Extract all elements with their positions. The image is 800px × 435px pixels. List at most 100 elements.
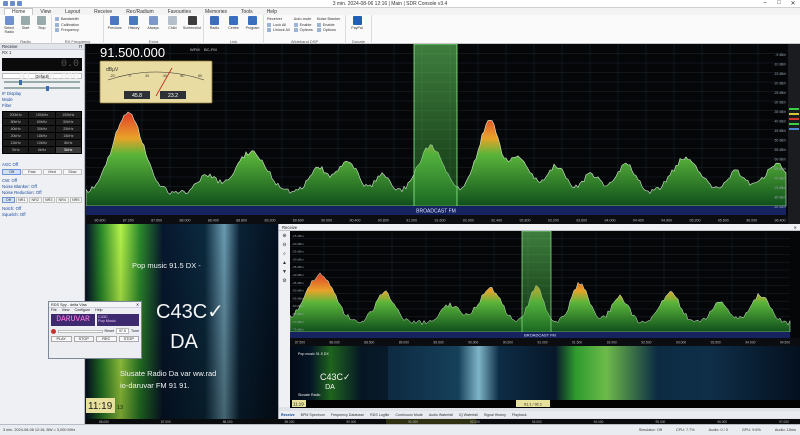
close-icon[interactable]: ✕ [136, 302, 139, 307]
arrow-up-icon[interactable]: ▲ [281, 260, 288, 267]
rds-rec-button[interactable]: REC [96, 336, 117, 342]
rds-stop-button[interactable]: STOP [73, 336, 94, 342]
bandwidth-option[interactable]: 150kHz [29, 112, 55, 118]
bandwidth-option[interactable]: 12kHz [3, 140, 29, 146]
slider-thumb[interactable] [19, 79, 23, 85]
agc-off-button[interactable]: Off [2, 169, 22, 175]
quick-access-toolbar[interactable] [0, 1, 22, 6]
rds-menu-help[interactable]: Help [95, 308, 102, 313]
nr3-button[interactable]: NR3 [42, 197, 55, 203]
zoom-in-icon[interactable]: ⊕ [281, 233, 288, 240]
subwindow-tab[interactable]: BPM Spectrum [301, 413, 325, 417]
menu-tab-view[interactable]: View [33, 9, 58, 15]
bandwidth-option[interactable]: 10kHz [29, 140, 55, 146]
close-icon[interactable]: ✕ [786, 0, 800, 7]
bandwidth-option[interactable]: 25kHz [55, 126, 81, 132]
start-button[interactable]: Start [19, 16, 31, 30]
noise-blanker-options[interactable]: Options [316, 28, 341, 33]
main-spectrum[interactable]: BROADCAST FM 86.800 87.200 87.600 88.000 88.… [86, 44, 800, 224]
minimize-icon[interactable]: – [758, 0, 772, 7]
bandwidth-option[interactable]: 7kHz [3, 147, 29, 153]
save-icon[interactable] [10, 1, 15, 6]
subwindow-tab[interactable]: Signal History [484, 413, 506, 417]
bandwidth-option[interactable]: 100kHz [55, 112, 81, 118]
search-icon[interactable]: ⌕ [281, 251, 288, 258]
vfo-frequency-display[interactable]: 0.0 91.500.000 [2, 58, 82, 83]
menu-tab-help[interactable]: Help [260, 9, 284, 15]
rds-frequency-field[interactable]: 97.5 [115, 328, 129, 334]
menu-tab-rec-radium[interactable]: Rec/Radium [119, 9, 161, 15]
filter-section[interactable]: Filter [0, 103, 84, 109]
settings-icon[interactable]: ⚙ [281, 278, 288, 285]
noise-blanker-enable[interactable]: Enable [316, 22, 341, 28]
close-icon[interactable]: ✕ [793, 224, 797, 230]
bandwidth-option[interactable]: 20kHz [3, 133, 29, 139]
child-windows-button[interactable]: Child [165, 16, 180, 30]
nr5-button[interactable]: NR5 [69, 197, 82, 203]
nr1-button[interactable]: NR1 [15, 197, 28, 203]
main-frequency-readout[interactable]: 91.500.000 [100, 45, 165, 60]
agc-section[interactable]: AGC Off [0, 162, 84, 168]
menu-tab-home[interactable]: Home [4, 8, 34, 15]
lock-all-button[interactable]: Lock All [267, 22, 290, 28]
tuned-channel-highlight[interactable] [413, 44, 458, 215]
sub-spectrum[interactable]: BROADCAST FM 87.500 88.000 88.500 89.000 89.… [290, 231, 800, 346]
arrow-down-icon[interactable]: ▼ [281, 269, 288, 276]
agc-med-button[interactable]: Med [42, 169, 62, 175]
previous-button[interactable]: Previous [107, 16, 122, 30]
auto-mute-options[interactable]: Options [293, 28, 313, 33]
squelch-section[interactable]: Squelch: Off [0, 212, 84, 218]
rds-rec-stop-button[interactable]: STOP [118, 336, 139, 342]
bandwidth-button[interactable]: Bandwidth [55, 17, 79, 22]
rds-play-button[interactable]: PLAY [51, 336, 72, 342]
stop-button[interactable]: Stop [36, 16, 48, 30]
squelch-slider[interactable] [4, 85, 80, 91]
menu-tab-layout[interactable]: Layout [58, 9, 87, 15]
screenshot-button[interactable]: Screenshot [183, 16, 201, 30]
tune-button[interactable]: Tune [131, 329, 139, 333]
select-radio-button[interactable]: Select Radio [3, 16, 15, 34]
nr4-button[interactable]: NR4 [56, 197, 69, 203]
subwindow-tab[interactable]: IQ Waterfall [459, 413, 478, 417]
bandwidth-option[interactable]: 5kHz [55, 147, 81, 153]
bandwidth-option[interactable]: 80kHz [3, 119, 29, 125]
subwindow-tab[interactable]: RDS Logfile [370, 413, 389, 417]
agc-slow-button[interactable]: Slow [62, 169, 82, 175]
maximize-icon[interactable]: □ [772, 0, 786, 7]
bandwidth-option[interactable]: 50kHz [55, 119, 81, 125]
always-on-top-button[interactable]: Always [146, 16, 161, 30]
frequency-button[interactable]: Frequency [55, 28, 79, 33]
reset-label[interactable]: Reset [105, 329, 114, 333]
centre-button[interactable]: Centre [226, 16, 241, 30]
subwindow-tab[interactable]: Frequency Database [331, 413, 364, 417]
subwindow-tab[interactable]: Audio Waterfall [429, 413, 453, 417]
zoom-out-icon[interactable]: ⊖ [281, 242, 288, 249]
paypal-button[interactable]: PayPal [349, 16, 365, 30]
agc-fast-button[interactable]: Fast [22, 169, 42, 175]
rds-menu-view[interactable]: View [62, 308, 70, 313]
bandwidth-option[interactable]: 40kHz [3, 126, 29, 132]
bandwidth-option[interactable]: 15kHz [55, 133, 81, 139]
bandwidth-option[interactable]: 30kHz [29, 126, 55, 132]
bandwidth-option[interactable]: 8kHz [55, 140, 81, 146]
bandwidth-option[interactable]: 60kHz [29, 119, 55, 125]
sub-waterfall[interactable]: Pop music 91.5 DX C43C✓ DA Slusate Radio… [290, 346, 800, 408]
pin-icon[interactable]: ⊓ [79, 44, 82, 49]
bandwidth-option[interactable]: 18kHz [29, 133, 55, 139]
bandwidth-option[interactable]: 6kHz [29, 147, 55, 153]
menu-tab-tools[interactable]: Tools [234, 9, 260, 15]
menu-tab-favourites[interactable]: Favourites [161, 9, 198, 15]
subwindow-tab[interactable]: Playback [512, 413, 527, 417]
slider-thumb[interactable] [45, 85, 49, 91]
bandwidth-option[interactable]: 200kHz [3, 112, 29, 118]
program-button[interactable]: Program [245, 16, 260, 30]
nr2-button[interactable]: NR2 [29, 197, 42, 203]
menu-tab-memories[interactable]: Memories [198, 9, 234, 15]
rds-menu-configure[interactable]: Configure [75, 308, 91, 313]
noise-reduction-section[interactable]: Noise Reduction: Off [0, 190, 84, 196]
auto-mute-enable[interactable]: Enable [293, 22, 313, 28]
menu-tab-receive[interactable]: Receive [87, 9, 119, 15]
rds-menu-file[interactable]: File [51, 308, 57, 313]
history-button[interactable]: History [126, 16, 141, 30]
nr-off-button[interactable]: Off [2, 197, 15, 203]
